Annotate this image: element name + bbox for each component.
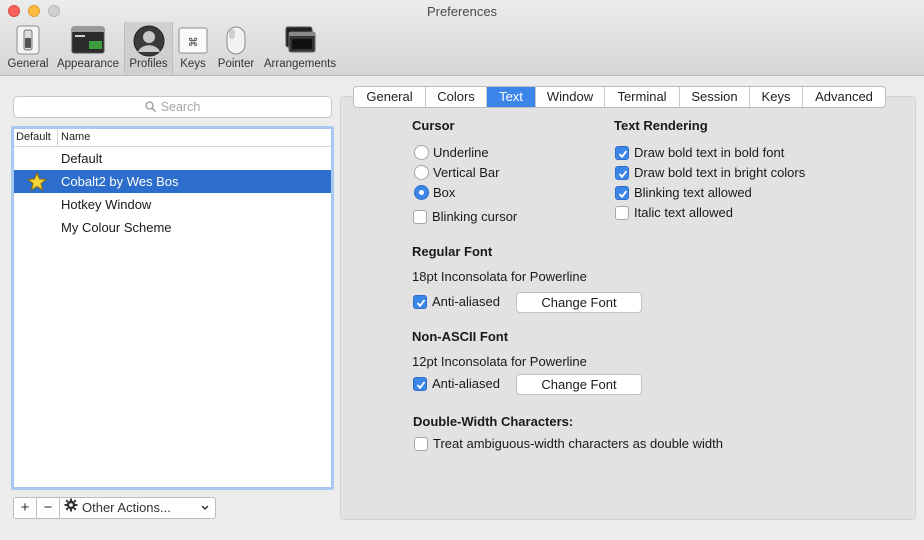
toolbar-appearance-label: Appearance — [56, 58, 120, 70]
change-non-ascii-font-button[interactable]: Change Font — [516, 374, 642, 395]
appearance-icon — [71, 25, 105, 58]
checkbox-checked[interactable] — [615, 186, 629, 200]
toolbar-profiles[interactable]: Profiles — [124, 22, 173, 74]
checkbox-checked[interactable] — [615, 166, 629, 180]
column-header-default[interactable]: Default — [16, 131, 51, 143]
tab-colors[interactable]: Colors — [426, 87, 487, 107]
checkbox-checked[interactable] — [615, 146, 629, 160]
radio-label: Box — [433, 185, 456, 200]
text-rendering-heading: Text Rendering — [614, 118, 708, 133]
checkbox-checked[interactable] — [413, 377, 427, 391]
column-header-name[interactable]: Name — [61, 131, 90, 143]
toolbar-arrangements[interactable]: Arrangements — [261, 22, 339, 74]
profile-list-buttons: + − Other Actions... — [13, 497, 216, 519]
search-placeholder: Search — [160, 100, 201, 114]
toolbar-pointer[interactable]: Pointer — [213, 22, 259, 74]
toolbar-general[interactable]: General — [4, 22, 52, 74]
other-actions-label: Other Actions... — [82, 500, 171, 515]
toolbar-general-label: General — [7, 58, 49, 70]
remove-profile-button[interactable]: − — [37, 498, 60, 518]
titlebar: Preferences General Appearance Profiles … — [0, 0, 924, 76]
gear-icon — [64, 498, 78, 518]
default-star-icon — [26, 171, 48, 194]
profiles-table-header: Default Name — [14, 129, 331, 147]
profile-user-icon — [133, 25, 165, 60]
toolbar-profiles-label: Profiles — [129, 58, 168, 70]
keyboard-command-icon: ⌘ — [178, 25, 208, 58]
checkmark-icon — [416, 381, 426, 390]
regular-font-heading: Regular Font — [412, 244, 493, 259]
checkbox[interactable] — [413, 210, 427, 224]
checkbox-label: Italic text allowed — [634, 205, 733, 220]
profile-settings-tabs: General Colors Text Window Terminal Sess… — [353, 86, 886, 108]
tab-text[interactable]: Text — [487, 87, 536, 107]
toolbar-keys[interactable]: ⌘ Keys — [174, 22, 212, 74]
preferences-window: Preferences General Appearance Profiles … — [0, 0, 924, 540]
checkbox-label: Draw bold text in bold font — [634, 145, 785, 160]
checkbox-label: Treat ambiguous-width characters as doub… — [433, 436, 723, 451]
tab-session[interactable]: Session — [680, 87, 750, 107]
checkbox-label: Anti-aliased — [432, 294, 500, 309]
checkbox[interactable] — [414, 437, 428, 451]
checkbox-label: Anti-aliased — [432, 376, 500, 391]
toolbar-keys-label: Keys — [180, 58, 206, 70]
column-divider — [57, 129, 58, 146]
tab-window[interactable]: Window — [536, 87, 605, 107]
profile-row[interactable]: My Colour Scheme — [14, 216, 331, 239]
checkmark-icon — [416, 299, 426, 308]
non-ascii-font-value: 12pt Inconsolata for Powerline — [412, 354, 587, 369]
profile-row[interactable]: Hotkey Window — [14, 193, 331, 216]
profile-name: Hotkey Window — [61, 197, 152, 212]
change-regular-font-button[interactable]: Change Font — [516, 292, 642, 313]
checkmark-icon — [618, 190, 628, 199]
radio-button-selected[interactable] — [414, 185, 429, 200]
tab-keys[interactable]: Keys — [750, 87, 803, 107]
toolbar-pointer-label: Pointer — [217, 58, 255, 70]
regular-font-value: 18pt Inconsolata for Powerline — [412, 269, 587, 284]
radio-button[interactable] — [414, 165, 429, 180]
checkbox-label: Blinking text allowed — [634, 185, 752, 200]
profile-name: Cobalt2 by Wes Bos — [61, 174, 179, 189]
chevron-down-icon — [201, 498, 209, 524]
svg-text:⌘: ⌘ — [188, 36, 199, 49]
toolbar-appearance[interactable]: Appearance — [54, 22, 122, 74]
mouse-icon — [223, 25, 249, 58]
radio-label: Underline — [433, 145, 489, 160]
switch-icon — [14, 25, 42, 58]
tab-advanced[interactable]: Advanced — [803, 87, 885, 107]
profiles-table[interactable]: Default Name Default Cobalt2 by Wes Bos … — [11, 126, 334, 490]
checkmark-icon — [618, 150, 628, 159]
profile-row[interactable]: Cobalt2 by Wes Bos — [14, 170, 331, 193]
non-ascii-font-heading: Non-ASCII Font — [412, 329, 509, 344]
tab-terminal[interactable]: Terminal — [605, 87, 680, 107]
profile-name: Default — [61, 151, 103, 166]
other-actions-dropdown[interactable]: Other Actions... — [60, 498, 215, 518]
checkmark-icon — [618, 170, 628, 179]
search-icon — [145, 98, 156, 118]
add-profile-button[interactable]: + — [14, 498, 37, 518]
profile-search-field[interactable]: Search — [13, 96, 332, 118]
checkbox-label: Blinking cursor — [432, 209, 518, 224]
radio-label: Vertical Bar — [433, 165, 500, 180]
checkbox[interactable] — [615, 206, 629, 220]
radio-button[interactable] — [414, 145, 429, 160]
double-width-heading: Double-Width Characters: — [413, 414, 574, 429]
profile-name: My Colour Scheme — [61, 220, 172, 235]
checkbox-checked[interactable] — [413, 295, 427, 309]
windows-stack-icon — [284, 25, 316, 60]
profile-row[interactable]: Default — [14, 147, 331, 170]
cursor-heading: Cursor — [412, 118, 455, 133]
tab-general[interactable]: General — [354, 87, 426, 107]
window-title: Preferences — [426, 4, 498, 19]
toolbar-arrangements-label: Arrangements — [263, 58, 337, 70]
checkbox-label: Draw bold text in bright colors — [634, 165, 806, 180]
